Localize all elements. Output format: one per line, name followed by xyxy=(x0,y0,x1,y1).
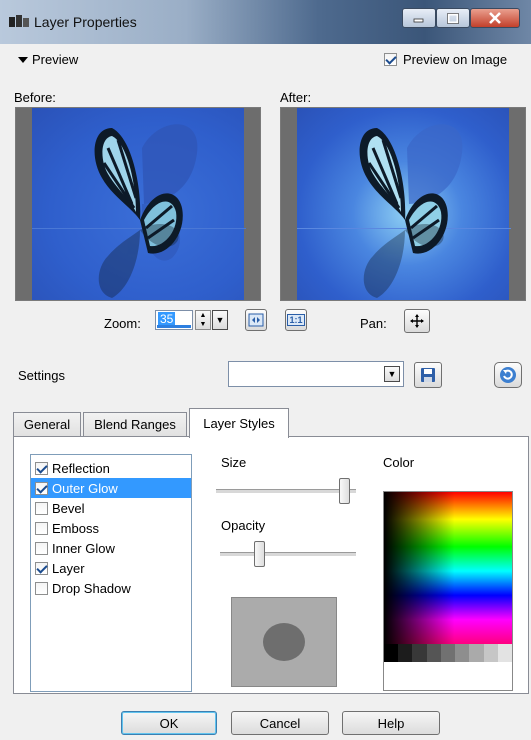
spin-down-icon[interactable]: ▼ xyxy=(196,320,210,329)
chevron-down-icon: ▼ xyxy=(215,315,225,325)
effect-item[interactable]: Inner Glow xyxy=(31,538,191,558)
effect-label: Drop Shadow xyxy=(52,580,131,596)
minimize-icon xyxy=(413,18,424,23)
settings-dropdown-button[interactable]: ▼ xyxy=(384,366,400,382)
after-label: After: xyxy=(280,90,312,105)
maximize-button[interactable] xyxy=(436,8,470,28)
window-title: Layer Properties xyxy=(34,14,137,30)
opacity-slider-track[interactable] xyxy=(220,552,356,557)
effect-checkbox[interactable] xyxy=(35,521,48,535)
close-icon xyxy=(489,12,501,24)
spin-up-icon[interactable]: ▲ xyxy=(196,311,210,320)
tab-general[interactable]: General xyxy=(13,412,81,436)
layer-app-icon xyxy=(8,14,30,30)
settings-label: Settings xyxy=(18,368,65,383)
glow-preview-circle xyxy=(263,623,305,661)
tab-blend-ranges[interactable]: Blend Ranges xyxy=(83,412,187,436)
zoom-spinner[interactable]: ▲ ▼ xyxy=(195,310,211,330)
effect-checkbox[interactable] xyxy=(35,461,48,475)
zoom-progress-bar xyxy=(157,325,191,328)
color-picker[interactable] xyxy=(383,491,513,691)
pan-button[interactable] xyxy=(404,309,430,333)
color-label: Color xyxy=(383,455,415,470)
floppy-disk-icon xyxy=(421,368,435,382)
cancel-button[interactable]: Cancel xyxy=(231,711,329,735)
size-slider-track[interactable] xyxy=(216,489,356,494)
zoom-actual-size-button[interactable]: 1:1 xyxy=(285,309,307,331)
settings-preset-combo[interactable] xyxy=(228,361,404,387)
grayscale-strip[interactable] xyxy=(384,644,512,662)
zoom-fit-button[interactable] xyxy=(245,309,267,331)
save-preset-button[interactable] xyxy=(414,362,442,388)
zoom-value: 35 xyxy=(158,312,176,326)
move-arrows-icon xyxy=(410,314,424,328)
before-preview-pane[interactable] xyxy=(15,107,261,301)
effect-item[interactable]: Reflection xyxy=(31,458,191,478)
effect-checkbox[interactable] xyxy=(35,581,48,595)
size-label: Size xyxy=(221,455,247,470)
effect-checkbox[interactable] xyxy=(35,501,48,515)
color-spectrum[interactable] xyxy=(384,492,512,644)
effect-label: Reflection xyxy=(52,460,110,476)
preview-toggle[interactable]: Preview xyxy=(18,52,78,67)
effect-checkbox[interactable] xyxy=(35,541,48,555)
effects-list[interactable]: Reflection Outer Glow Bevel Emboss Inner Glo… xyxy=(30,454,192,692)
close-button[interactable] xyxy=(470,8,520,28)
ok-button[interactable]: OK xyxy=(121,711,217,735)
effect-label: Bevel xyxy=(52,500,85,516)
effect-label: Emboss xyxy=(52,520,99,536)
effect-item[interactable]: Emboss xyxy=(31,518,191,538)
zoom-dropdown-button[interactable]: ▼ xyxy=(212,310,228,330)
reset-arrow-icon xyxy=(500,367,516,383)
minimize-button[interactable] xyxy=(402,8,436,28)
glow-preview-swatch xyxy=(231,597,337,687)
effect-item[interactable]: Outer Glow xyxy=(31,478,191,498)
fit-to-window-icon xyxy=(248,313,264,327)
after-preview-pane[interactable] xyxy=(280,107,526,301)
butterfly-image xyxy=(297,124,511,298)
effect-checkbox[interactable] xyxy=(35,561,48,575)
preview-on-image-label: Preview on Image xyxy=(403,52,508,67)
reset-button[interactable] xyxy=(494,362,522,388)
help-button[interactable]: Help xyxy=(342,711,440,735)
effect-item[interactable]: Drop Shadow xyxy=(31,578,191,598)
pan-label: Pan: xyxy=(360,316,387,331)
zoom-input[interactable]: 35 xyxy=(155,310,193,330)
zoom-label: Zoom: xyxy=(104,316,141,331)
effect-item[interactable]: Layer xyxy=(31,558,191,578)
effect-label: Inner Glow xyxy=(52,540,115,556)
butterfly-image xyxy=(32,124,246,298)
preview-toggle-label: Preview xyxy=(32,52,79,67)
effect-label: Layer xyxy=(52,560,85,576)
maximize-icon xyxy=(447,12,459,24)
effect-label: Outer Glow xyxy=(52,480,118,496)
effect-checkbox[interactable] xyxy=(35,481,48,495)
preview-on-image-check[interactable] xyxy=(384,53,397,66)
preview-on-image-checkbox[interactable]: Preview on Image xyxy=(384,52,507,67)
before-label: Before: xyxy=(14,90,56,105)
chevron-down-icon: ▼ xyxy=(387,369,397,379)
tab-layer-styles[interactable]: Layer Styles xyxy=(189,408,289,438)
size-slider-thumb[interactable] xyxy=(338,478,350,504)
one-to-one-icon: 1:1 xyxy=(287,314,305,326)
effect-item[interactable]: Bevel xyxy=(31,498,191,518)
opacity-slider-thumb[interactable] xyxy=(253,541,265,567)
opacity-label: Opacity xyxy=(221,518,266,533)
triangle-down-icon xyxy=(18,56,28,63)
